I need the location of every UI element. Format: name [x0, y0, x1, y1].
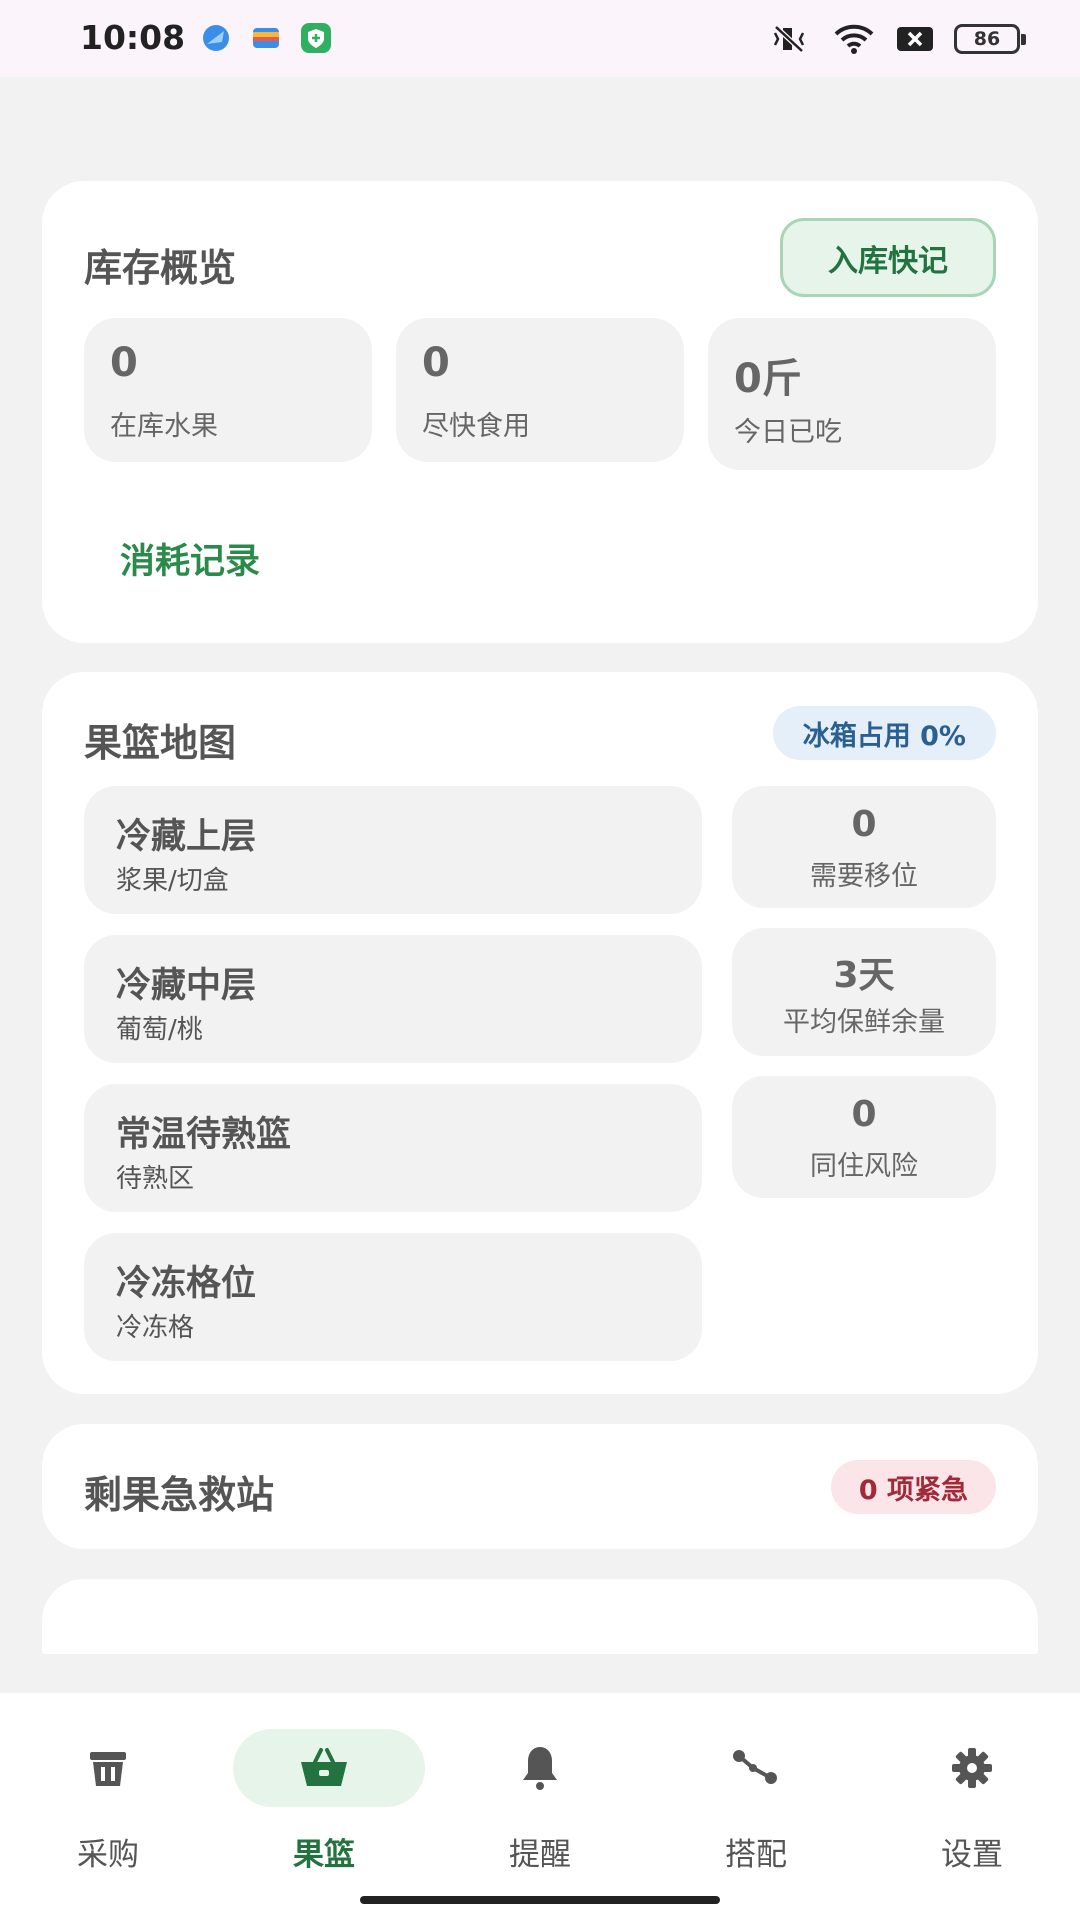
status-bar: 10:08 86 [0, 0, 1080, 77]
side-stat-value: 3天 [833, 955, 895, 996]
side-stat-label: 同住风险 [810, 1151, 918, 1182]
zone-name: 冷冻格位 [116, 1264, 257, 1304]
zone-name: 冷藏上层 [116, 817, 257, 857]
zone-name: 冷藏中层 [116, 966, 257, 1006]
next-card-partial [42, 1579, 1038, 1654]
side-stat-label: 需要移位 [810, 861, 918, 892]
leftover-rescue-card[interactable]: 剩果急救站 0 项紧急 [42, 1424, 1038, 1549]
nav-label: 提醒 [509, 1837, 571, 1873]
zone-desc: 待熟区 [116, 1164, 195, 1194]
zone-desc: 葡萄/桃 [116, 1015, 203, 1045]
fridge-usage-badge: 冰箱占用 0% [772, 706, 996, 760]
zone-fridge-upper[interactable]: 冷藏上层 浆果/切盒 [84, 786, 702, 914]
nav-item-settings[interactable]: 设置 [872, 1729, 1072, 1879]
inventory-overview-card: 库存概览 入库快记 0 在库水果 0 尽快食用 0斤 今日已吃 消耗记录 [42, 181, 1038, 643]
wallet-icon [253, 28, 279, 48]
stat-eat-soon[interactable]: 0 尽快食用 [396, 318, 684, 462]
consumption-log-link[interactable]: 消耗记录 [120, 533, 260, 584]
status-right: 86 [766, 22, 1026, 56]
stat-avg-freshness[interactable]: 3天 平均保鲜余量 [732, 928, 996, 1056]
basket-map-card: 果篮地图 冰箱占用 0% 冷藏上层 浆果/切盒 冷藏中层 葡萄/桃 常温待熟篮 … [42, 672, 1038, 1394]
side-stat-label: 平均保鲜余量 [783, 1007, 945, 1038]
stat-value: 0斤 [734, 356, 802, 402]
stat-value: 0 [110, 340, 138, 386]
urgent-count-badge: 0 项紧急 [830, 1460, 996, 1514]
quick-stock-in-button[interactable]: 入库快记 [780, 218, 996, 297]
stat-cohabit-risk[interactable]: 0 同住风险 [732, 1076, 996, 1198]
stat-eaten-today[interactable]: 0斤 今日已吃 [708, 318, 996, 470]
nav-item-basket[interactable]: 果篮 [224, 1729, 425, 1879]
home-indicator[interactable] [360, 1896, 720, 1904]
sim-off-icon [897, 27, 933, 51]
stat-need-relocate[interactable]: 0 需要移位 [732, 786, 996, 908]
nav-label: 搭配 [725, 1837, 787, 1873]
rescue-title: 剩果急救站 [84, 1473, 275, 1517]
zone-name: 常温待熟篮 [116, 1115, 292, 1155]
route-icon [656, 1743, 856, 1793]
nav-item-purchase[interactable]: 采购 [8, 1729, 208, 1879]
inventory-title: 库存概览 [84, 246, 237, 290]
side-stat-value: 0 [851, 804, 877, 845]
basket-map-title: 果篮地图 [84, 721, 237, 765]
stat-value: 0 [422, 340, 450, 386]
gear-icon [872, 1743, 1072, 1793]
content-scroll-area[interactable]: 库存概览 入库快记 0 在库水果 0 尽快食用 0斤 今日已吃 消耗记录 果篮地… [0, 77, 1080, 1654]
stat-label: 今日已吃 [734, 417, 842, 448]
stat-in-stock[interactable]: 0 在库水果 [84, 318, 372, 462]
zone-fridge-middle[interactable]: 冷藏中层 葡萄/桃 [84, 935, 702, 1063]
nav-label: 果篮 [293, 1837, 355, 1873]
nav-label: 采购 [77, 1837, 139, 1873]
stat-label: 尽快食用 [422, 411, 530, 442]
bell-icon [440, 1743, 640, 1793]
zone-room-temp-basket[interactable]: 常温待熟篮 待熟区 [84, 1084, 702, 1212]
side-stat-value: 0 [851, 1094, 877, 1135]
basket-icon [224, 1743, 424, 1793]
stat-label: 在库水果 [110, 411, 218, 442]
nav-item-pairing[interactable]: 搭配 [656, 1729, 856, 1879]
mute-vibrate-icon [773, 25, 805, 53]
wifi-icon [834, 24, 874, 54]
battery-icon: 86 [954, 24, 1026, 54]
nav-label: 设置 [941, 1837, 1003, 1873]
blue-app-icon [203, 25, 229, 51]
status-time: 10:08 [80, 18, 186, 57]
zone-desc: 浆果/切盒 [116, 866, 229, 896]
zone-desc: 冷冻格 [116, 1313, 195, 1343]
bottom-nav: 采购 果篮 提醒 搭配 设置 [0, 1693, 1080, 1920]
green-shield-app-icon [301, 23, 331, 53]
trash-bin-icon [8, 1743, 208, 1793]
zone-freezer[interactable]: 冷冻格位 冷冻格 [84, 1233, 702, 1361]
nav-item-reminder[interactable]: 提醒 [440, 1729, 640, 1879]
status-app-icons [200, 22, 332, 54]
